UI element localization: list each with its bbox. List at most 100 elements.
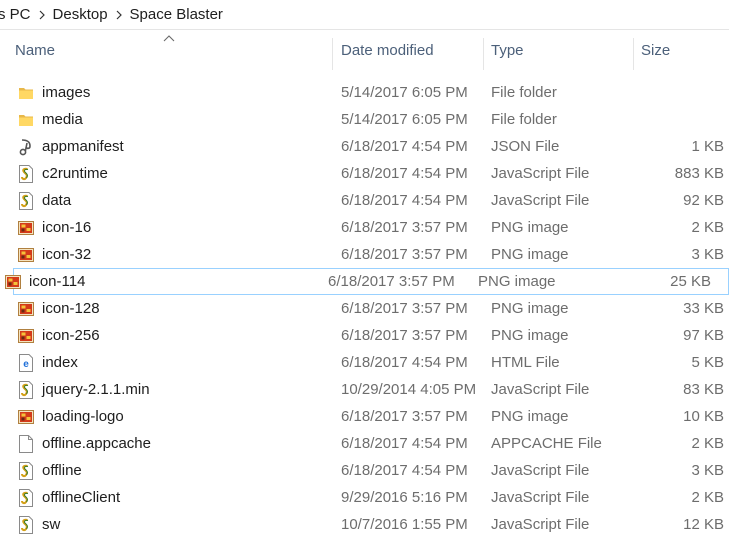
file-row[interactable]: data 6/18/2017 4:54 PM JavaScript File 92 K… bbox=[0, 187, 729, 214]
file-name: icon-114 bbox=[29, 273, 86, 290]
chevron-right-icon[interactable] bbox=[35, 0, 49, 29]
file-row[interactable]: icon-32 6/18/2017 3:57 PM PNG image 3 KB bbox=[0, 241, 729, 268]
file-name: index bbox=[42, 354, 78, 371]
file-name: jquery-2.1.1.min bbox=[42, 381, 150, 398]
file-size: 2 KB bbox=[691, 435, 724, 452]
file-type: PNG image bbox=[491, 246, 569, 263]
file-type: JSON File bbox=[491, 138, 560, 155]
file-type: PNG image bbox=[478, 273, 556, 290]
svg-text:e: e bbox=[23, 359, 29, 370]
file-type: JavaScript File bbox=[491, 381, 590, 398]
file-size: 1 KB bbox=[691, 138, 724, 155]
file-size: 83 KB bbox=[683, 381, 724, 398]
file-name: sw bbox=[42, 516, 61, 533]
file-date-modified: 6/18/2017 3:57 PM bbox=[341, 219, 468, 236]
file-size: 92 KB bbox=[683, 192, 724, 209]
png-image-icon bbox=[17, 295, 35, 322]
file-row[interactable]: c2runtime 6/18/2017 4:54 PM JavaScript Fil… bbox=[0, 160, 729, 187]
breadcrumb-item-desktop[interactable]: Desktop bbox=[49, 6, 112, 23]
js-file-icon bbox=[17, 187, 35, 214]
breadcrumb: s PC Desktop Space Blaster bbox=[0, 0, 729, 30]
file-row[interactable]: e index 6/18/2017 4:54 PM HTML File 5 KB bbox=[0, 349, 729, 376]
file-type: PNG image bbox=[491, 327, 569, 344]
file-name: appmanifest bbox=[42, 138, 124, 155]
js-file-icon bbox=[17, 484, 35, 511]
file-name: loading-logo bbox=[42, 408, 124, 425]
file-row[interactable]: loading-logo 6/18/2017 3:57 PM PNG image 10… bbox=[0, 403, 729, 430]
column-header-type[interactable]: Type bbox=[482, 30, 634, 70]
png-image-icon bbox=[17, 214, 35, 241]
file-row[interactable]: icon-128 6/18/2017 3:57 PM PNG image 33 KB bbox=[0, 295, 729, 322]
file-size: 97 KB bbox=[683, 327, 724, 344]
file-type: PNG image bbox=[491, 300, 569, 317]
file-date-modified: 10/29/2014 4:05 PM bbox=[341, 381, 477, 398]
file-size: 25 KB bbox=[670, 273, 711, 290]
blank-file-icon bbox=[17, 430, 35, 457]
file-row[interactable]: sw 10/7/2016 1:55 PM JavaScript File 12 KB bbox=[0, 511, 729, 538]
js-file-icon bbox=[17, 160, 35, 187]
file-row[interactable]: media 5/14/2017 6:05 PM File folder bbox=[0, 106, 729, 133]
file-row[interactable]: jquery-2.1.1.min 10/29/2014 4:05 PM JavaSc… bbox=[0, 376, 729, 403]
file-size: 2 KB bbox=[691, 489, 724, 506]
file-date-modified: 6/18/2017 4:54 PM bbox=[341, 138, 468, 155]
png-image-icon bbox=[4, 268, 22, 295]
folder-icon bbox=[17, 106, 35, 133]
file-row[interactable]: offlineClient 9/29/2016 5:16 PM JavaScript… bbox=[0, 484, 729, 511]
file-date-modified: 6/18/2017 3:57 PM bbox=[341, 246, 468, 263]
file-type: PNG image bbox=[491, 219, 569, 236]
html-file-icon: e bbox=[17, 349, 35, 376]
png-image-icon bbox=[17, 241, 35, 268]
file-name: offlineClient bbox=[42, 489, 121, 506]
file-type: HTML File bbox=[491, 354, 560, 371]
file-type: JavaScript File bbox=[491, 165, 590, 182]
file-size: 2 KB bbox=[691, 219, 724, 236]
file-type: File folder bbox=[491, 111, 557, 128]
file-size: 12 KB bbox=[683, 516, 724, 533]
file-name: c2runtime bbox=[42, 165, 108, 182]
file-size: 10 KB bbox=[683, 408, 724, 425]
file-type: APPCACHE File bbox=[491, 435, 602, 452]
js-file-icon bbox=[17, 376, 35, 403]
file-type: JavaScript File bbox=[491, 462, 590, 479]
file-date-modified: 9/29/2016 5:16 PM bbox=[341, 489, 468, 506]
file-date-modified: 6/18/2017 4:54 PM bbox=[341, 165, 468, 182]
png-image-icon bbox=[17, 322, 35, 349]
file-row[interactable]: icon-256 6/18/2017 3:57 PM PNG image 97 KB bbox=[0, 322, 729, 349]
file-date-modified: 6/18/2017 3:57 PM bbox=[341, 408, 468, 425]
file-row[interactable]: icon-114 6/18/2017 3:57 PM PNG image 25 KB bbox=[5, 268, 729, 295]
folder-icon bbox=[17, 79, 35, 106]
file-size: 883 KB bbox=[674, 165, 724, 182]
file-size bbox=[640, 106, 724, 133]
file-size bbox=[640, 79, 724, 106]
file-row[interactable]: appmanifest 6/18/2017 4:54 PM JSON File 1 K… bbox=[0, 133, 729, 160]
file-date-modified: 6/18/2017 4:54 PM bbox=[341, 462, 468, 479]
json-file-icon bbox=[17, 133, 35, 160]
file-name: data bbox=[42, 192, 72, 209]
breadcrumb-item-space-blaster[interactable]: Space Blaster bbox=[126, 6, 227, 23]
file-row[interactable]: offline.appcache 6/18/2017 4:54 PM APPCACH… bbox=[0, 430, 729, 457]
column-header-date-modified[interactable]: Date modified bbox=[332, 30, 484, 70]
chevron-right-icon[interactable] bbox=[112, 0, 126, 29]
file-type: JavaScript File bbox=[491, 489, 590, 506]
file-date-modified: 6/18/2017 3:57 PM bbox=[341, 300, 468, 317]
file-size: 3 KB bbox=[691, 246, 724, 263]
breadcrumb-item-this-pc[interactable]: s PC bbox=[0, 6, 35, 23]
file-size: 33 KB bbox=[683, 300, 724, 317]
js-file-icon bbox=[17, 457, 35, 484]
file-date-modified: 6/18/2017 4:54 PM bbox=[341, 354, 468, 371]
file-type: JavaScript File bbox=[491, 516, 590, 533]
file-row[interactable]: images 5/14/2017 6:05 PM File folder bbox=[0, 79, 729, 106]
js-file-icon bbox=[17, 511, 35, 538]
file-type: File folder bbox=[491, 84, 557, 101]
file-name: icon-32 bbox=[42, 246, 92, 263]
file-name: offline bbox=[42, 462, 82, 479]
file-date-modified: 6/18/2017 4:54 PM bbox=[341, 192, 468, 209]
column-header-name[interactable]: Name bbox=[6, 30, 333, 70]
file-name: icon-16 bbox=[42, 219, 92, 236]
column-header-size[interactable]: Size bbox=[632, 30, 729, 70]
file-date-modified: 6/18/2017 4:54 PM bbox=[341, 435, 468, 452]
file-name: offline.appcache bbox=[42, 435, 151, 452]
file-date-modified: 10/7/2016 1:55 PM bbox=[341, 516, 468, 533]
file-row[interactable]: offline 6/18/2017 4:54 PM JavaScript File 3… bbox=[0, 457, 729, 484]
file-row[interactable]: icon-16 6/18/2017 3:57 PM PNG image 2 KB bbox=[0, 214, 729, 241]
